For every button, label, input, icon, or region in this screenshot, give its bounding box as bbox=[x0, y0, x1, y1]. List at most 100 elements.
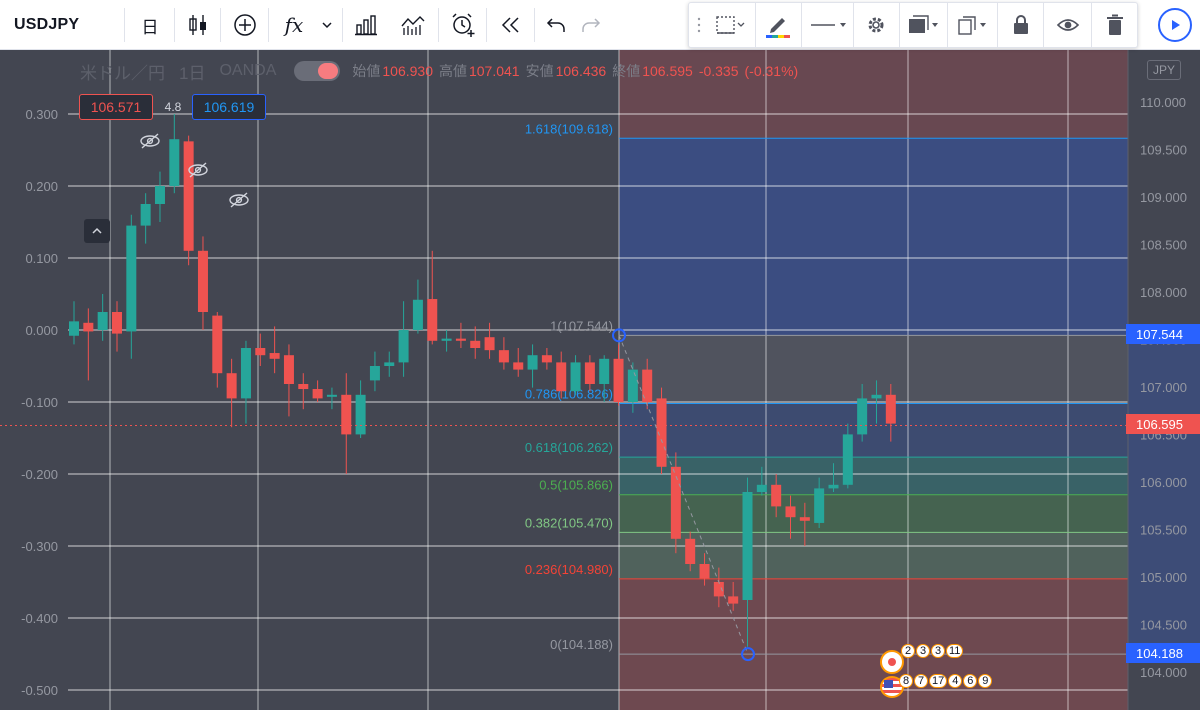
candle-body bbox=[828, 484, 839, 489]
undo-button[interactable] bbox=[538, 0, 574, 50]
settings-button[interactable] bbox=[855, 3, 897, 47]
market-status-toggle[interactable] bbox=[294, 61, 341, 81]
candle-body bbox=[756, 484, 767, 492]
chart-pane[interactable]: 1.618(109.618) 1(107.544) 0.786(106.826) 0.… bbox=[0, 50, 1200, 710]
eye-off-icon[interactable] bbox=[227, 190, 251, 210]
legend-broker: OANDA bbox=[219, 62, 277, 79]
interval-button[interactable]: 日 bbox=[128, 0, 172, 50]
event-markers-bottom[interactable]: 8 7 17 4 6 9 bbox=[878, 674, 993, 698]
candle-body bbox=[255, 348, 266, 356]
lock-button[interactable] bbox=[999, 3, 1043, 47]
legend-open-value: 106.930 bbox=[382, 63, 433, 79]
sell-button[interactable]: 106.571 bbox=[79, 94, 153, 120]
event-count-badge[interactable]: 3 bbox=[916, 644, 930, 658]
candle-body bbox=[814, 488, 825, 523]
candle-body bbox=[785, 506, 796, 518]
candle-body bbox=[341, 394, 352, 435]
fib-level-label: 0.236(104.980) bbox=[525, 562, 613, 577]
event-count-badge[interactable]: 4 bbox=[948, 674, 963, 688]
fx-dropdown-button[interactable] bbox=[314, 0, 340, 50]
price-chart-canvas[interactable]: 1.618(109.618) 1(107.544) 0.786(106.826) 0.… bbox=[0, 50, 1200, 710]
replay-button[interactable] bbox=[490, 0, 532, 50]
hide-button[interactable] bbox=[1045, 3, 1091, 47]
fib-zone bbox=[619, 403, 1128, 458]
chart-type-button[interactable] bbox=[178, 0, 218, 50]
collapse-legend-button[interactable] bbox=[84, 219, 110, 243]
alert-button[interactable] bbox=[442, 0, 484, 50]
right-axis-label: 105.000 bbox=[1140, 570, 1187, 585]
event-count-badge[interactable]: 7 bbox=[914, 674, 928, 688]
event-count-badge[interactable]: 9 bbox=[978, 674, 993, 688]
plus-circle-icon bbox=[234, 14, 256, 36]
candle-body bbox=[427, 299, 438, 341]
candle-body bbox=[685, 538, 696, 564]
candle-body bbox=[355, 394, 366, 435]
toolbar-divider bbox=[534, 8, 535, 42]
trading-chart-app: USDJPY 日 fx 1.618(109.618) 1(107.544) 0.… bbox=[0, 0, 1200, 710]
undo-icon bbox=[546, 18, 565, 32]
fib-zone bbox=[619, 457, 1128, 495]
event-count-badge[interactable]: 8 bbox=[899, 674, 913, 688]
event-count-badge[interactable]: 11 bbox=[946, 644, 964, 658]
buy-button[interactable]: 106.619 bbox=[192, 94, 266, 120]
fib-top-price-badge: 107.544 bbox=[1126, 324, 1200, 344]
line-color-button[interactable] bbox=[757, 3, 799, 47]
left-axis-label: 0.000 bbox=[25, 323, 58, 338]
eye-off-icon[interactable] bbox=[138, 131, 162, 151]
candle-body bbox=[713, 582, 724, 597]
event-count-badge[interactable]: 17 bbox=[929, 674, 948, 688]
bar-chart-button[interactable] bbox=[346, 0, 386, 50]
template-button[interactable] bbox=[709, 3, 751, 47]
clone-button[interactable] bbox=[949, 3, 995, 47]
candle-icon bbox=[189, 15, 206, 35]
toolbar-divider bbox=[801, 3, 802, 47]
event-markers-top[interactable]: 2 3 3 11 bbox=[878, 644, 988, 674]
toolbar-divider bbox=[755, 3, 756, 47]
legend-high-value: 107.041 bbox=[468, 63, 520, 79]
legend-open-key: 始値 bbox=[352, 63, 381, 79]
toolbar-divider bbox=[947, 3, 948, 47]
candle-body bbox=[670, 466, 681, 539]
currency-label[interactable]: JPY bbox=[1147, 60, 1181, 80]
delete-button[interactable] bbox=[1093, 3, 1137, 47]
line-style-button[interactable] bbox=[803, 3, 853, 47]
fib-bottom-price-badge: 104.188 bbox=[1126, 643, 1200, 663]
event-count-badge[interactable]: 6 bbox=[963, 674, 978, 688]
redo-button[interactable] bbox=[574, 0, 608, 50]
candle-body bbox=[298, 384, 309, 390]
legend-low-key: 安値 bbox=[525, 63, 554, 79]
replay-play-button[interactable] bbox=[1158, 8, 1192, 42]
candle-body bbox=[126, 225, 137, 332]
symbol-search-button[interactable]: USDJPY bbox=[14, 0, 114, 50]
toolbar-divider bbox=[174, 8, 175, 42]
candle-body bbox=[556, 362, 567, 392]
chevron-up-icon bbox=[92, 227, 102, 234]
event-count-badge[interactable]: 2 bbox=[901, 644, 915, 658]
candle-body bbox=[799, 517, 810, 521]
candle-body bbox=[498, 350, 509, 363]
compare-button[interactable] bbox=[392, 0, 434, 50]
toolbar-divider bbox=[342, 8, 343, 42]
candle-body bbox=[742, 492, 753, 600]
candle-body bbox=[384, 362, 395, 366]
legend-high-key: 高値 bbox=[438, 63, 467, 79]
fib-zone bbox=[619, 335, 1128, 404]
lock-icon bbox=[1014, 15, 1028, 34]
visibility-order-button[interactable] bbox=[901, 3, 945, 47]
eye-off-icon[interactable] bbox=[186, 160, 210, 180]
drag-handle[interactable] bbox=[689, 3, 709, 47]
last-price-badge: 106.595 bbox=[1126, 414, 1200, 434]
spread-label: 4.8 bbox=[164, 100, 182, 114]
candle-body bbox=[111, 312, 122, 334]
fib-level-label: 0.382(105.470) bbox=[525, 515, 613, 530]
toolbar-divider bbox=[486, 8, 487, 42]
candle-body bbox=[69, 321, 79, 336]
legend-close-value: 106.595 bbox=[642, 63, 693, 79]
event-count-badge[interactable]: 3 bbox=[931, 644, 945, 658]
right-axis-label: 104.000 bbox=[1140, 665, 1187, 680]
indicators-button[interactable] bbox=[224, 0, 266, 50]
symbol-legend: 米ドル／円 1日 OANDA 始値 106.930 高値 107.041 安値 … bbox=[80, 60, 804, 83]
rewind-icon bbox=[501, 17, 519, 33]
fx-icon[interactable]: fx bbox=[274, 0, 314, 50]
candle-body bbox=[326, 394, 337, 397]
